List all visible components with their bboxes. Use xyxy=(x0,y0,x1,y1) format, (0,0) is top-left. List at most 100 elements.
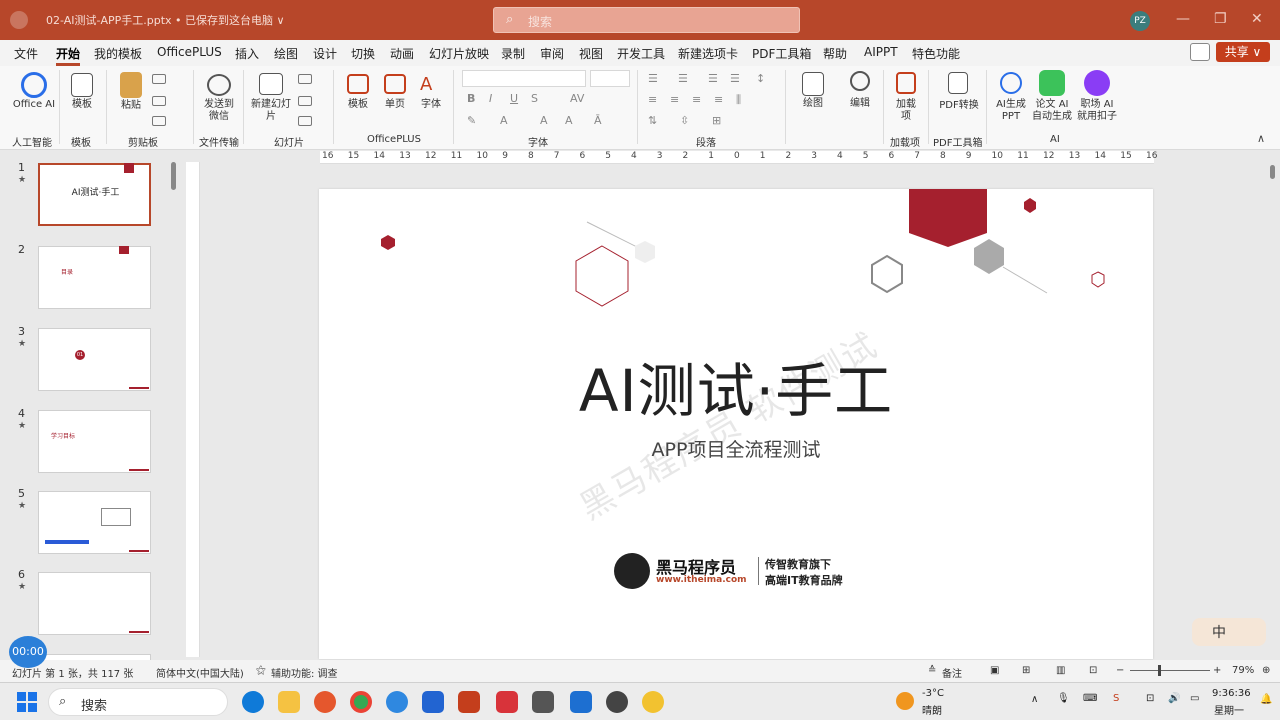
tab-help[interactable]: 帮助 xyxy=(823,45,847,62)
firefox-icon[interactable] xyxy=(314,691,336,713)
zoom-out-icon[interactable]: − xyxy=(1116,665,1124,676)
accessibility-status[interactable]: 辅助功能: 调查 xyxy=(271,665,338,680)
align-right-icon[interactable]: ≡ xyxy=(692,93,701,106)
opl-single-button[interactable]: 单页 xyxy=(382,99,408,111)
tab-officeplus[interactable]: OfficePLUS xyxy=(157,45,222,59)
tab-file[interactable]: 文件 xyxy=(14,45,38,62)
format-painter-icon[interactable] xyxy=(152,116,166,126)
language-status[interactable]: 简体中文(中国大陆) xyxy=(156,665,244,680)
slide-sorter-icon[interactable]: ⊞ xyxy=(1022,665,1030,676)
ai-job-button[interactable]: 职场 AI 就用扣子 xyxy=(1075,99,1119,123)
shrink-font-icon[interactable]: A xyxy=(565,114,573,127)
numbering-icon[interactable]: ☰ xyxy=(678,72,688,85)
new-slide-button[interactable]: 新建幻灯片 xyxy=(250,99,292,123)
close-icon[interactable]: ✕ xyxy=(1251,11,1263,27)
network-icon[interactable]: ⊡ xyxy=(1146,693,1154,704)
slide-thumbnail-3[interactable]: 01 xyxy=(38,328,151,391)
clock-time[interactable]: 9:36:36 xyxy=(1212,688,1251,699)
align-center-icon[interactable]: ≡ xyxy=(670,93,679,106)
opl-template-icon[interactable] xyxy=(347,74,369,94)
tab-draw[interactable]: 绘图 xyxy=(274,45,298,62)
snip-tool-icon[interactable] xyxy=(386,691,408,713)
notes-button[interactable]: 备注 xyxy=(942,665,962,680)
paint-app-icon[interactable] xyxy=(642,691,664,713)
weather-sun-icon[interactable] xyxy=(896,692,914,710)
edge-icon[interactable] xyxy=(242,691,264,713)
collapse-ribbon-icon[interactable]: ∧ xyxy=(1257,132,1265,145)
font-color-icon[interactable]: A xyxy=(500,114,508,127)
office-ai-button[interactable]: Office AI xyxy=(12,99,56,111)
align-text-icon[interactable]: ⇳ xyxy=(680,114,689,127)
thumbnail-scrollbar[interactable] xyxy=(171,162,176,190)
clock-app-icon[interactable] xyxy=(606,691,628,713)
line-spacing-icon[interactable]: ↕ xyxy=(756,72,765,85)
opl-font-icon[interactable]: A xyxy=(420,74,442,95)
bold-icon[interactable]: B xyxy=(467,92,475,105)
xmind-icon[interactable] xyxy=(496,691,518,713)
new-slide-icon[interactable] xyxy=(259,73,283,95)
editor-scrollbar[interactable] xyxy=(1268,155,1278,655)
slide-canvas[interactable]: 黑马程序员 软件测试 AI测试·手工 APP项目全流程测试 黑马程序员 www.… xyxy=(319,189,1153,659)
battery-icon[interactable]: ▭ xyxy=(1190,693,1199,704)
layout-icon[interactable] xyxy=(298,74,312,84)
slide-thumbnail-6[interactable] xyxy=(38,572,151,635)
addin-button[interactable]: 加载项 xyxy=(892,99,920,123)
section-icon[interactable] xyxy=(298,116,312,126)
tab-view[interactable]: 视图 xyxy=(579,45,603,62)
zoom-level[interactable]: 79% xyxy=(1232,665,1254,676)
text-direction-icon[interactable]: ⇅ xyxy=(648,114,657,127)
cut-icon[interactable] xyxy=(152,74,166,84)
tab-insert[interactable]: 插入 xyxy=(235,45,259,62)
tab-features[interactable]: 特色功能 xyxy=(912,45,960,62)
zoom-in-icon[interactable]: + xyxy=(1213,665,1221,676)
ai-ppt-button[interactable]: AI生成PPT xyxy=(995,99,1027,123)
slide-thumbnail-2[interactable]: 目录 xyxy=(38,246,151,309)
drawing-button[interactable]: 绘图 xyxy=(798,98,828,110)
template-icon[interactable] xyxy=(71,73,93,97)
slide-subtitle[interactable]: APP项目全流程测试 xyxy=(319,435,1153,462)
normal-view-icon[interactable]: ▣ xyxy=(990,665,999,676)
char-spacing-icon[interactable]: AV xyxy=(570,92,584,105)
align-left-icon[interactable]: ≡ xyxy=(648,93,657,106)
opl-font-button[interactable]: 字体 xyxy=(418,99,444,111)
meeting-app-icon[interactable] xyxy=(422,691,444,713)
microphone-icon[interactable]: 🎙 xyxy=(1057,693,1070,704)
pdf-convert-icon[interactable] xyxy=(948,72,968,94)
paste-button[interactable]: 粘贴 xyxy=(116,100,146,112)
tab-design[interactable]: 设计 xyxy=(313,45,337,62)
volume-icon[interactable]: 🔊 xyxy=(1168,693,1180,704)
drawing-icon[interactable] xyxy=(802,72,824,96)
tab-new-tab[interactable]: 新建选项卡 xyxy=(678,45,738,62)
justify-icon[interactable]: ≡ xyxy=(714,93,723,106)
editor-icon[interactable] xyxy=(570,691,592,713)
slide-thumbnail-5[interactable] xyxy=(38,491,151,554)
ai-paper-icon[interactable] xyxy=(1039,70,1065,96)
underline-icon[interactable]: U xyxy=(510,92,518,105)
tab-developer[interactable]: 开发工具 xyxy=(617,45,665,62)
comments-icon[interactable] xyxy=(1190,43,1210,61)
chrome-icon[interactable] xyxy=(350,691,372,713)
terminal-icon[interactable] xyxy=(532,691,554,713)
decrease-indent-icon[interactable]: ☰ xyxy=(708,72,718,85)
file-explorer-icon[interactable] xyxy=(278,691,300,713)
minimize-icon[interactable]: — xyxy=(1176,11,1190,27)
opl-template-button[interactable]: 模板 xyxy=(345,99,371,111)
app-tray-icon[interactable]: S xyxy=(1113,693,1119,704)
paste-icon[interactable] xyxy=(120,72,142,98)
tab-pdf-toolbox[interactable]: PDF工具箱 xyxy=(752,45,811,62)
italic-icon[interactable]: I xyxy=(489,92,492,105)
slideshow-icon[interactable]: ⊡ xyxy=(1089,665,1097,676)
reset-icon[interactable] xyxy=(298,96,312,106)
ai-paper-button[interactable]: 论文 AI 自动生成 xyxy=(1030,99,1074,123)
slide-thumbnail-4[interactable]: 学习目标 xyxy=(38,410,151,473)
ai-job-icon[interactable] xyxy=(1084,70,1110,96)
zoom-slider-knob[interactable] xyxy=(1158,665,1161,676)
recording-timer[interactable]: 00:00 xyxy=(9,636,47,668)
tab-my-templates[interactable]: 我的模板 xyxy=(94,45,142,62)
strikethrough-icon[interactable]: S xyxy=(531,92,538,105)
tab-animations[interactable]: 动画 xyxy=(390,45,414,62)
taskbar-search[interactable]: ⌕ 搜索 xyxy=(48,688,228,716)
share-button[interactable]: 共享 ∨ xyxy=(1216,42,1270,62)
increase-indent-icon[interactable]: ☰ xyxy=(730,72,740,85)
search-box[interactable]: ⌕ 搜索 xyxy=(493,7,800,33)
